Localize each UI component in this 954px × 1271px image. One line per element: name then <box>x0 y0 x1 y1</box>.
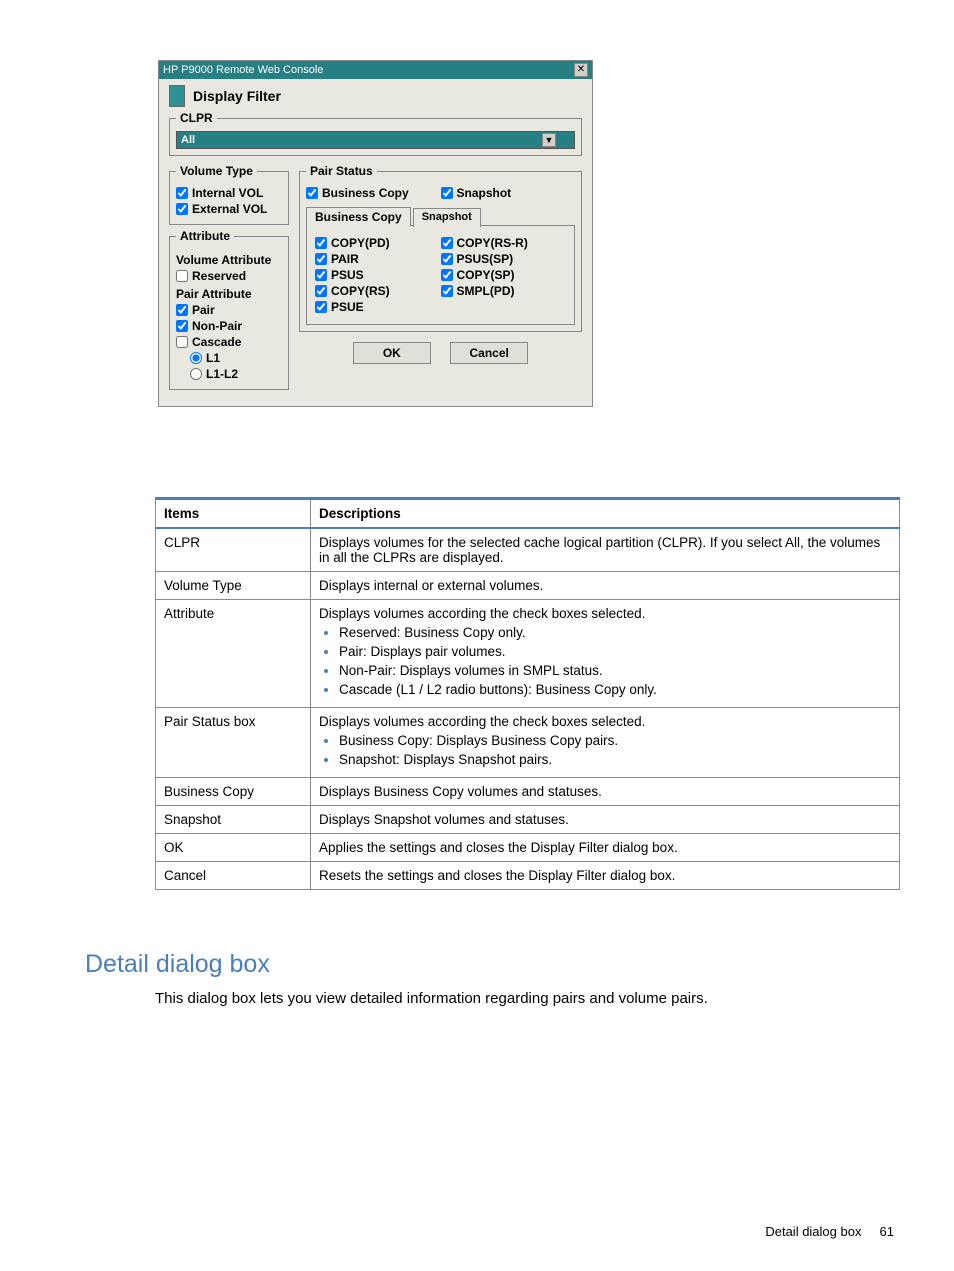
status-psus-checkbox[interactable]: PSUS <box>315 268 441 282</box>
l1l2-radio[interactable]: L1-L2 <box>190 367 282 381</box>
header-desc: Descriptions <box>311 499 900 529</box>
table-cell-item: Volume Type <box>156 572 311 600</box>
ok-button[interactable]: OK <box>353 342 431 364</box>
reserved-checkbox[interactable]: Reserved <box>176 269 282 283</box>
clpr-select[interactable]: All ▼ <box>176 131 575 149</box>
business-copy-checkbox[interactable]: Business Copy <box>306 186 441 200</box>
clpr-legend: CLPR <box>176 111 217 125</box>
dialog-titlebar: HP P9000 Remote Web Console ✕ <box>159 61 592 79</box>
table-row: Volume TypeDisplays internal or external… <box>156 572 900 600</box>
status-psussp-checkbox[interactable]: PSUS(SP) <box>441 252 567 266</box>
header-items: Items <box>156 499 311 529</box>
clpr-value: All <box>181 134 195 146</box>
info-table: Items Descriptions CLPRDisplays volumes … <box>155 497 900 890</box>
cascade-checkbox[interactable]: Cascade <box>176 335 282 349</box>
table-row: Pair Status boxDisplays volumes accordin… <box>156 708 900 778</box>
dialog-heading: Display Filter <box>193 88 281 104</box>
pair-status-fieldset: Pair Status Business Copy Snapshot Busin… <box>299 164 582 332</box>
status-psue-checkbox[interactable]: PSUE <box>315 300 441 314</box>
table-cell-desc: Displays volumes according the check box… <box>311 600 900 708</box>
status-pair-checkbox[interactable]: PAIR <box>315 252 441 266</box>
table-cell-desc: Displays internal or external volumes. <box>311 572 900 600</box>
l1-radio[interactable]: L1 <box>190 351 282 365</box>
table-cell-item: Pair Status box <box>156 708 311 778</box>
table-row: CLPRDisplays volumes for the selected ca… <box>156 528 900 572</box>
pair-status-legend: Pair Status <box>306 164 377 178</box>
table-row: SnapshotDisplays Snapshot volumes and st… <box>156 806 900 834</box>
clpr-fieldset: CLPR All ▼ <box>169 111 582 156</box>
page-footer: Detail dialog box 61 <box>765 1224 894 1239</box>
table-row: AttributeDisplays volumes according the … <box>156 600 900 708</box>
pair-status-tab-body: COPY(PD) PAIR PSUS COPY(RS) PSUE COPY(RS… <box>306 225 575 325</box>
chevron-down-icon[interactable]: ▼ <box>542 133 556 147</box>
table-row: OKApplies the settings and closes the Di… <box>156 834 900 862</box>
table-cell-desc: Displays volumes according the check box… <box>311 708 900 778</box>
heading-icon <box>169 85 185 107</box>
list-item: Cascade (L1 / L2 radio buttons): Busines… <box>339 682 891 697</box>
attribute-fieldset: Attribute Volume Attribute Reserved Pair… <box>169 229 289 390</box>
pair-attribute-label: Pair Attribute <box>176 287 282 301</box>
nonpair-checkbox[interactable]: Non-Pair <box>176 319 282 333</box>
table-cell-desc: Resets the settings and closes the Displ… <box>311 862 900 890</box>
volume-type-legend: Volume Type <box>176 164 257 178</box>
section-text: This dialog box lets you view detailed i… <box>155 990 855 1007</box>
status-copypd-checkbox[interactable]: COPY(PD) <box>315 236 441 250</box>
volume-attribute-label: Volume Attribute <box>176 253 282 267</box>
internal-vol-checkbox[interactable]: Internal VOL <box>176 186 282 200</box>
list-item: Snapshot: Displays Snapshot pairs. <box>339 752 891 767</box>
table-cell-desc: Displays Business Copy volumes and statu… <box>311 778 900 806</box>
page-number: 61 <box>880 1224 894 1239</box>
list-item: Reserved: Business Copy only. <box>339 625 891 640</box>
tab-business-copy[interactable]: Business Copy <box>306 207 411 226</box>
table-cell-item: CLPR <box>156 528 311 572</box>
external-vol-checkbox[interactable]: External VOL <box>176 202 282 216</box>
info-table-wrapper: Items Descriptions CLPRDisplays volumes … <box>155 497 900 890</box>
table-cell-desc: Applies the settings and closes the Disp… <box>311 834 900 862</box>
status-copysp-checkbox[interactable]: COPY(SP) <box>441 268 567 282</box>
section-heading: Detail dialog box <box>85 950 270 979</box>
table-cell-desc: Displays Snapshot volumes and statuses. <box>311 806 900 834</box>
list-item: Pair: Displays pair volumes. <box>339 644 891 659</box>
attribute-legend: Attribute <box>176 229 234 243</box>
dialog-title: HP P9000 Remote Web Console <box>163 64 323 76</box>
list-item: Non-Pair: Displays volumes in SMPL statu… <box>339 663 891 678</box>
status-copyrs-checkbox[interactable]: COPY(RS) <box>315 284 441 298</box>
status-copyrsr-checkbox[interactable]: COPY(RS-R) <box>441 236 567 250</box>
volume-type-fieldset: Volume Type Internal VOL External VOL <box>169 164 289 225</box>
list-item: Business Copy: Displays Business Copy pa… <box>339 733 891 748</box>
pair-checkbox[interactable]: Pair <box>176 303 282 317</box>
table-row: Business CopyDisplays Business Copy volu… <box>156 778 900 806</box>
table-header-row: Items Descriptions <box>156 499 900 529</box>
table-cell-desc: Displays volumes for the selected cache … <box>311 528 900 572</box>
display-filter-dialog: HP P9000 Remote Web Console ✕ Display Fi… <box>158 60 593 407</box>
tab-snapshot[interactable]: Snapshot <box>413 208 481 227</box>
table-row: CancelResets the settings and closes the… <box>156 862 900 890</box>
close-icon[interactable]: ✕ <box>574 63 588 77</box>
status-smplpd-checkbox[interactable]: SMPL(PD) <box>441 284 567 298</box>
footer-text: Detail dialog box <box>765 1224 861 1239</box>
snapshot-checkbox[interactable]: Snapshot <box>441 186 576 200</box>
table-cell-item: Business Copy <box>156 778 311 806</box>
table-cell-item: OK <box>156 834 311 862</box>
cancel-button[interactable]: Cancel <box>450 342 528 364</box>
table-cell-item: Cancel <box>156 862 311 890</box>
table-cell-item: Snapshot <box>156 806 311 834</box>
table-cell-item: Attribute <box>156 600 311 708</box>
